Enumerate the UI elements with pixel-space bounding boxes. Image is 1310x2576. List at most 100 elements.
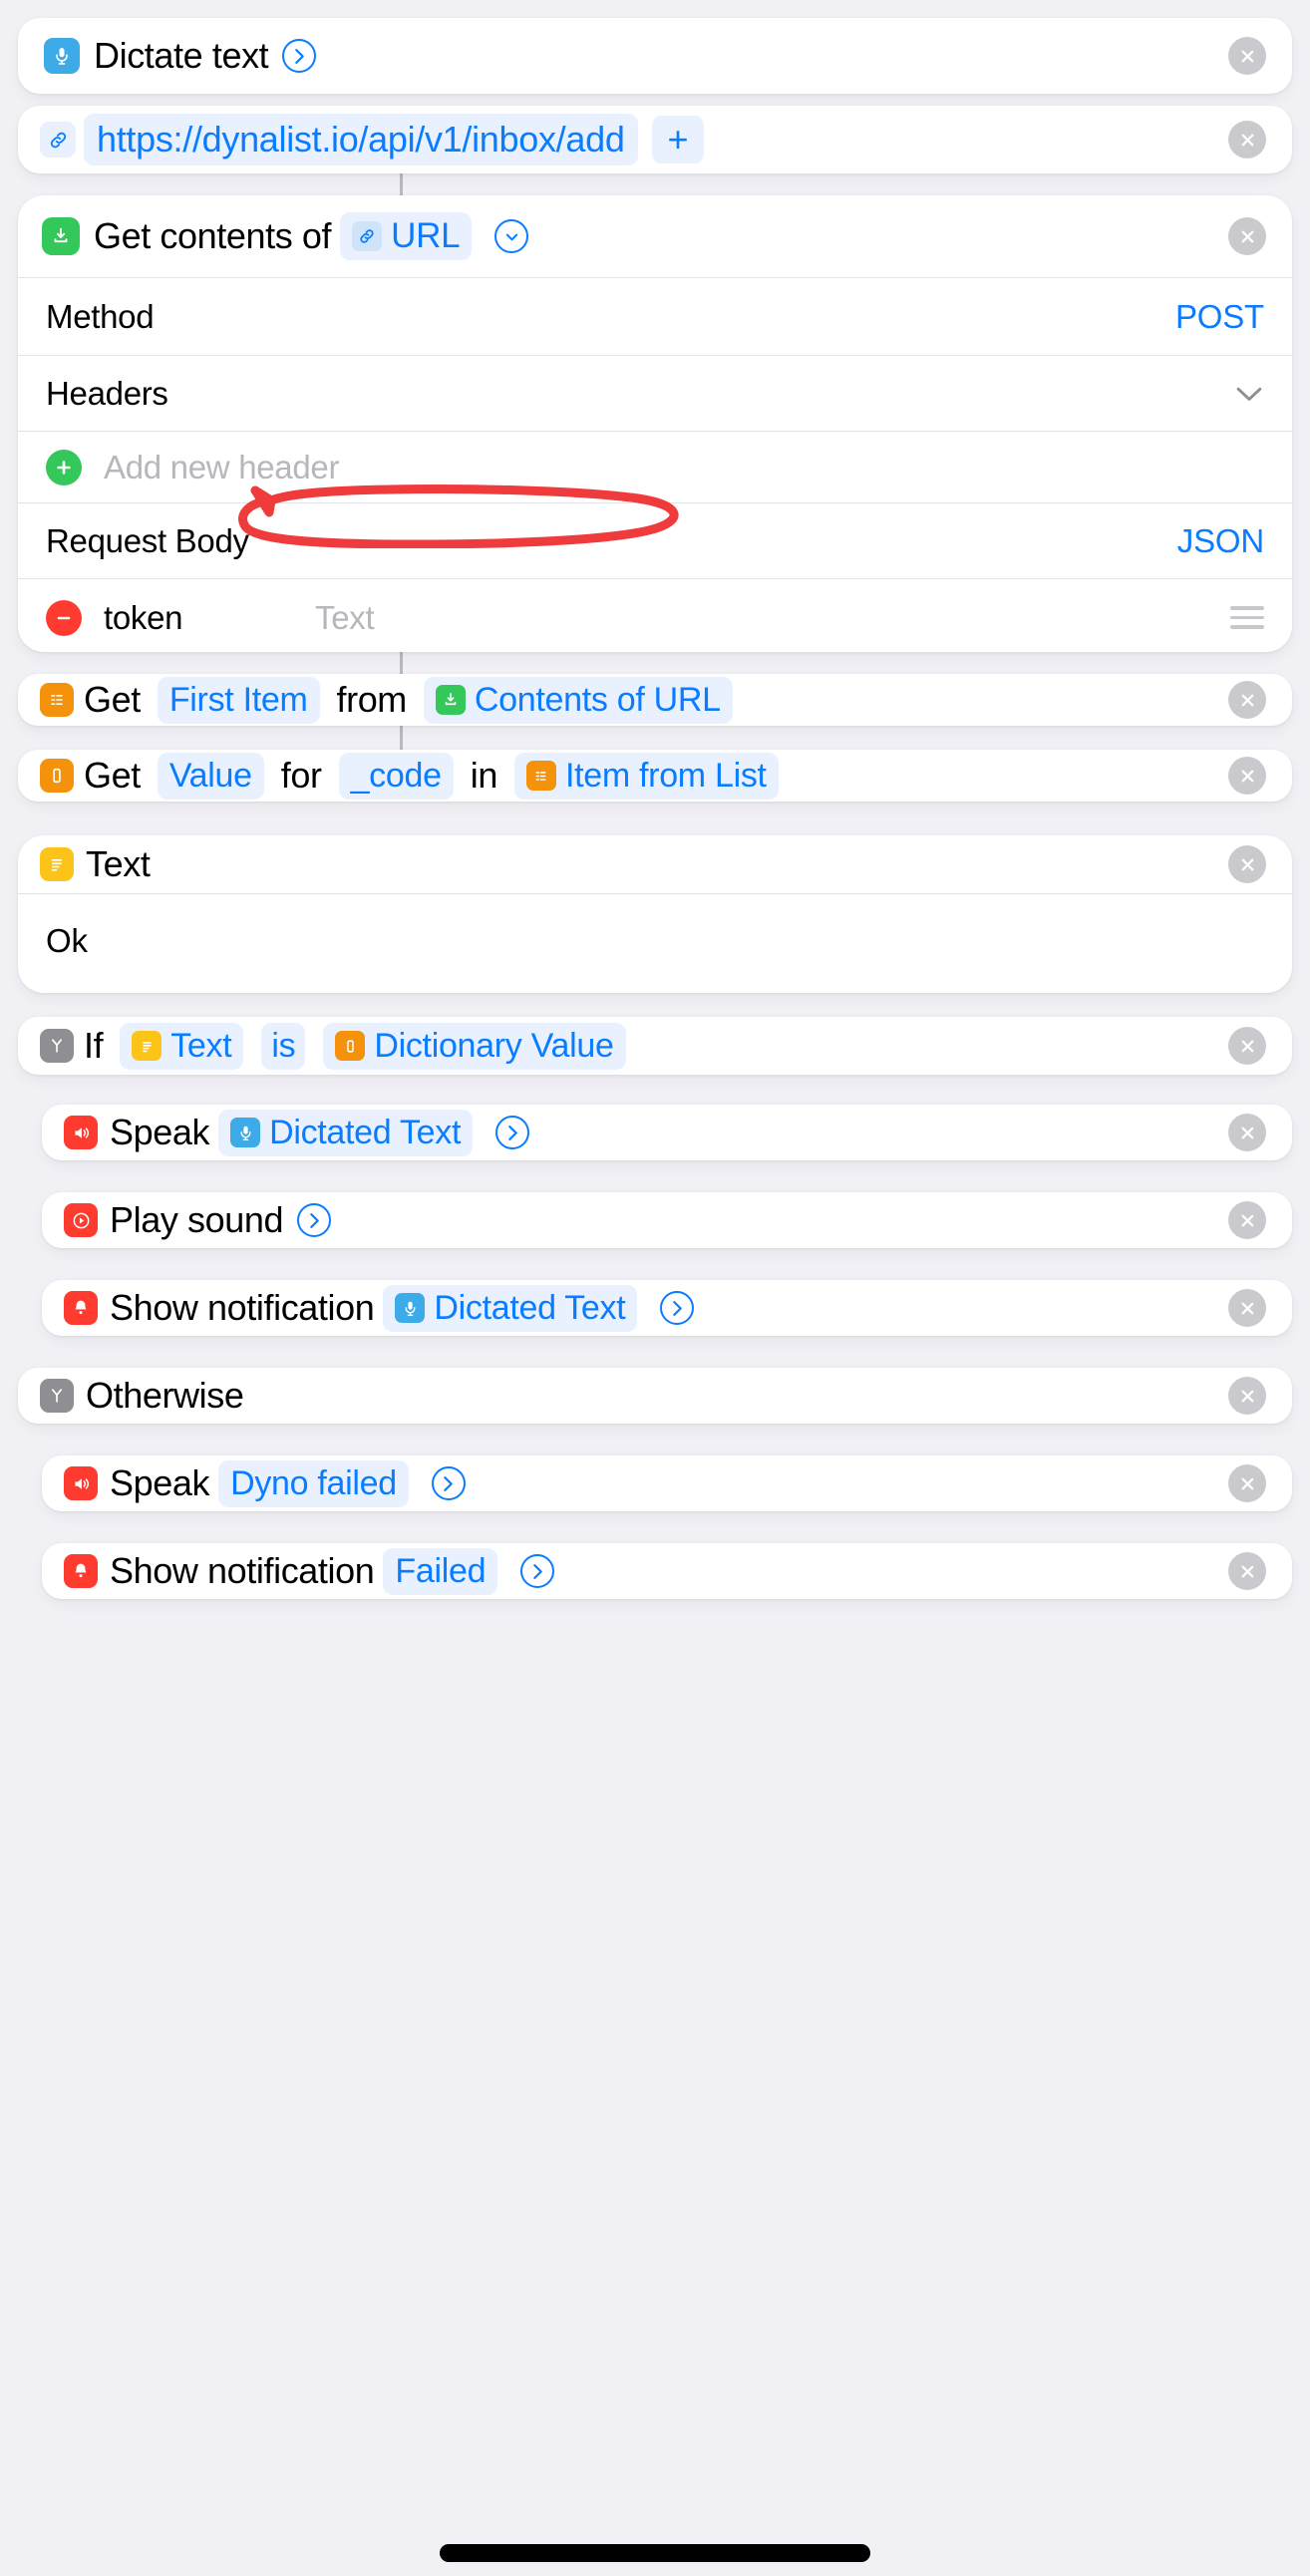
request-body-format[interactable]: JSON	[1177, 522, 1264, 560]
branch-icon	[40, 1029, 74, 1063]
row-field-token[interactable]: token Text	[18, 578, 1292, 652]
link-icon	[352, 221, 383, 251]
row-add-new-header[interactable]: Add new header	[18, 431, 1292, 502]
url-variable-token[interactable]: URL	[340, 212, 473, 260]
chevron-down-icon[interactable]	[494, 219, 529, 253]
card-header: Dictate text	[18, 18, 1292, 94]
remove-action-button[interactable]	[1228, 1289, 1266, 1327]
action-card-otherwise[interactable]: Otherwise	[18, 1368, 1292, 1424]
card-header: Text	[18, 835, 1292, 893]
remove-field-icon[interactable]	[46, 599, 82, 636]
chevron-right-icon[interactable]	[520, 1554, 555, 1588]
remove-action-button[interactable]	[1228, 217, 1266, 255]
action-card-text[interactable]: Text Ok	[18, 835, 1292, 993]
dictated-text-token[interactable]: Dictated Text	[218, 1109, 474, 1156]
token-label: Text	[170, 1026, 232, 1065]
card-header: Play sound	[42, 1192, 1292, 1248]
chevron-right-icon[interactable]	[282, 39, 317, 73]
drag-handle-icon[interactable]	[1230, 606, 1264, 629]
remove-action-button[interactable]	[1228, 845, 1266, 883]
remove-action-button[interactable]	[1228, 37, 1266, 75]
remove-action-button[interactable]	[1228, 1464, 1266, 1502]
add-new-header-label: Add new header	[104, 448, 340, 485]
action-card-speak-dyno-failed[interactable]: Speak Dyno failed	[42, 1455, 1292, 1511]
chevron-down-icon[interactable]	[1234, 384, 1264, 404]
download-icon	[435, 685, 466, 715]
card-header: Get Value for _code in Item from List	[18, 750, 1292, 802]
notification-text-token[interactable]: Failed	[383, 1547, 498, 1595]
text-icon	[40, 847, 74, 881]
list-icon	[525, 761, 556, 791]
action-title: Speak	[110, 1112, 210, 1152]
action-title: Dictate text	[94, 35, 269, 76]
remove-action-button[interactable]	[1228, 1552, 1266, 1590]
speak-text-token[interactable]: Dyno failed	[218, 1459, 409, 1507]
action-card-speak-dictated-text[interactable]: Speak Dictated Text	[42, 1105, 1292, 1160]
chevron-right-icon[interactable]	[431, 1466, 466, 1500]
action-card-show-notification[interactable]: Show notification Dictated Text	[42, 1280, 1292, 1336]
card-header: Otherwise	[18, 1368, 1292, 1424]
row-method[interactable]: Method POST	[18, 277, 1292, 355]
method-value[interactable]: POST	[1175, 298, 1264, 336]
card-header: Speak Dyno failed	[42, 1455, 1292, 1511]
token-label: Dictionary Value	[374, 1026, 614, 1065]
text-variable-token[interactable]: Text	[120, 1022, 244, 1070]
dictated-text-token[interactable]: Dictated Text	[383, 1284, 638, 1332]
code-key-token[interactable]: _code	[338, 752, 454, 800]
field-key[interactable]: token	[104, 599, 315, 637]
value-token[interactable]: Value	[157, 752, 264, 800]
action-card-dictate-text[interactable]: Dictate text	[18, 18, 1292, 94]
home-indicator	[440, 2544, 870, 2562]
microphone-icon	[44, 38, 80, 74]
card-header: https://dynalist.io/api/v1/inbox/add +	[18, 106, 1292, 173]
add-icon[interactable]	[46, 449, 82, 485]
action-card-if[interactable]: If Text is Dictionary Value	[18, 1017, 1292, 1075]
speaker-icon	[64, 1466, 98, 1500]
dictionary-icon	[335, 1031, 366, 1061]
action-card-get-first-item[interactable]: Get First Item from Contents of URL	[18, 674, 1292, 726]
dictionary-value-token[interactable]: Dictionary Value	[323, 1022, 626, 1070]
chevron-right-icon[interactable]	[495, 1116, 530, 1149]
contents-of-url-token[interactable]: Contents of URL	[423, 676, 733, 724]
remove-action-button[interactable]	[1228, 121, 1266, 159]
remove-action-button[interactable]	[1228, 1377, 1266, 1415]
remove-action-button[interactable]	[1228, 1201, 1266, 1239]
connector-line	[400, 650, 403, 676]
connector-line	[400, 171, 403, 195]
action-title: Get contents of	[94, 215, 332, 256]
remove-action-button[interactable]	[1228, 1114, 1266, 1151]
card-header: Get First Item from Contents of URL	[18, 674, 1292, 726]
connector-line	[400, 726, 403, 750]
play-icon	[64, 1203, 98, 1237]
action-word: in	[470, 755, 498, 796]
card-header: If Text is Dictionary Value	[18, 1017, 1292, 1075]
url-value-token[interactable]: https://dynalist.io/api/v1/inbox/add	[84, 114, 638, 165]
item-from-list-token[interactable]: Item from List	[513, 752, 779, 800]
action-title: Play sound	[110, 1199, 284, 1240]
add-url-button[interactable]: +	[651, 116, 705, 163]
link-icon	[40, 122, 76, 158]
condition-operator-token[interactable]: is	[261, 1022, 306, 1070]
action-title: Speak	[110, 1462, 210, 1503]
text-content-input[interactable]: Ok	[18, 893, 1292, 993]
first-item-token[interactable]: First Item	[157, 676, 320, 724]
action-card-show-notification-failed[interactable]: Show notification Failed	[42, 1543, 1292, 1599]
action-card-get-dictionary-value[interactable]: Get Value for _code in Item from List	[18, 750, 1292, 802]
action-card-get-contents-of-url[interactable]: Get contents of URL Method POST Headers	[18, 195, 1292, 652]
action-card-url[interactable]: https://dynalist.io/api/v1/inbox/add +	[18, 106, 1292, 173]
action-card-play-sound[interactable]: Play sound	[42, 1192, 1292, 1248]
row-request-body[interactable]: Request Body JSON	[18, 502, 1292, 578]
card-header: Show notification Dictated Text	[42, 1280, 1292, 1336]
card-header: Show notification Failed	[42, 1543, 1292, 1599]
remove-action-button[interactable]	[1228, 757, 1266, 795]
microphone-icon	[230, 1118, 261, 1147]
remove-action-button[interactable]	[1228, 681, 1266, 719]
field-value-input[interactable]: Text	[315, 599, 375, 637]
token-label: URL	[391, 216, 461, 255]
chevron-right-icon[interactable]	[660, 1291, 695, 1325]
action-word: If	[84, 1025, 104, 1066]
chevron-right-icon[interactable]	[297, 1203, 332, 1237]
row-headers[interactable]: Headers	[18, 355, 1292, 431]
action-word: from	[336, 679, 408, 720]
remove-action-button[interactable]	[1228, 1027, 1266, 1065]
